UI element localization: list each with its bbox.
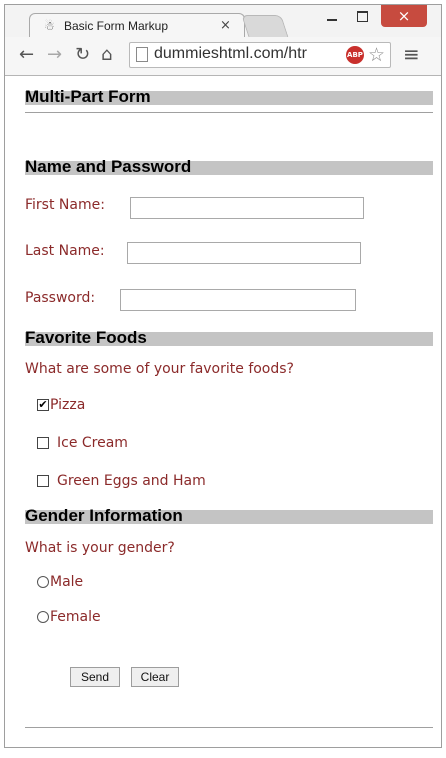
clear-button[interactable]: Clear xyxy=(131,667,179,687)
tab-close-icon[interactable]: × xyxy=(220,18,231,33)
back-arrow-icon[interactable]: ← xyxy=(19,45,34,65)
page-favicon-icon: ☃ xyxy=(44,19,55,33)
title-bar: ☃ Basic Form Markup × × xyxy=(5,5,441,39)
tab-title: Basic Form Markup xyxy=(64,19,169,33)
page-content: Multi-Part Form Name and Password First … xyxy=(5,76,441,747)
browser-tab[interactable]: ☃ Basic Form Markup × xyxy=(29,13,245,39)
browser-window: ☃ Basic Form Markup × × ← → ↻ ⌂ dummiesh… xyxy=(4,4,442,748)
minimize-button[interactable] xyxy=(321,7,343,25)
form-title: Multi-Part Form xyxy=(25,87,433,106)
ice-cream-checkbox[interactable] xyxy=(37,437,49,449)
gender-heading: Gender Information xyxy=(25,506,433,525)
male-label: Male xyxy=(50,574,84,590)
send-button[interactable]: Send xyxy=(70,667,120,687)
home-icon[interactable]: ⌂ xyxy=(101,45,112,65)
male-radio[interactable] xyxy=(37,576,49,588)
pizza-label: Pizza xyxy=(50,397,86,413)
female-radio[interactable] xyxy=(37,611,49,623)
pizza-checkbox[interactable]: ✔ xyxy=(37,399,49,411)
last-name-input[interactable] xyxy=(127,242,361,264)
divider xyxy=(25,112,433,113)
page-icon xyxy=(136,47,148,62)
gender-heading-text: Gender Information xyxy=(25,506,183,525)
new-tab-button[interactable] xyxy=(241,15,289,38)
green-eggs-checkbox[interactable] xyxy=(37,475,49,487)
menu-icon[interactable]: ≡ xyxy=(403,44,420,64)
favorite-foods-heading: Favorite Foods xyxy=(25,328,433,347)
maximize-button[interactable] xyxy=(351,7,373,25)
bookmark-star-icon[interactable]: ☆ xyxy=(368,44,385,66)
first-name-input[interactable] xyxy=(130,197,364,219)
green-eggs-label: Green Eggs and Ham xyxy=(57,473,206,489)
browser-toolbar: ← → ↻ ⌂ dummieshtml.com/htr ABP ☆ ≡ xyxy=(5,37,441,76)
first-name-label: First Name: xyxy=(25,197,105,213)
close-window-button[interactable]: × xyxy=(381,5,427,27)
last-name-label: Last Name: xyxy=(25,243,105,259)
form-title-text: Multi-Part Form xyxy=(25,87,151,106)
female-label: Female xyxy=(50,609,101,625)
forward-arrow-icon[interactable]: → xyxy=(47,45,62,65)
password-input[interactable] xyxy=(120,289,356,311)
bottom-divider xyxy=(25,727,433,728)
gender-prompt: What is your gender? xyxy=(25,540,175,556)
favorite-foods-heading-text: Favorite Foods xyxy=(25,328,147,347)
adblock-icon[interactable]: ABP xyxy=(346,46,364,64)
name-password-heading-text: Name and Password xyxy=(25,157,192,176)
foods-prompt: What are some of your favorite foods? xyxy=(25,361,294,377)
password-label: Password: xyxy=(25,290,96,306)
address-bar[interactable]: dummieshtml.com/htr ABP ☆ xyxy=(129,42,391,68)
url-text: dummieshtml.com/htr xyxy=(154,45,307,62)
ice-cream-label: Ice Cream xyxy=(57,435,128,451)
name-password-heading: Name and Password xyxy=(25,157,433,176)
reload-icon[interactable]: ↻ xyxy=(75,45,90,65)
